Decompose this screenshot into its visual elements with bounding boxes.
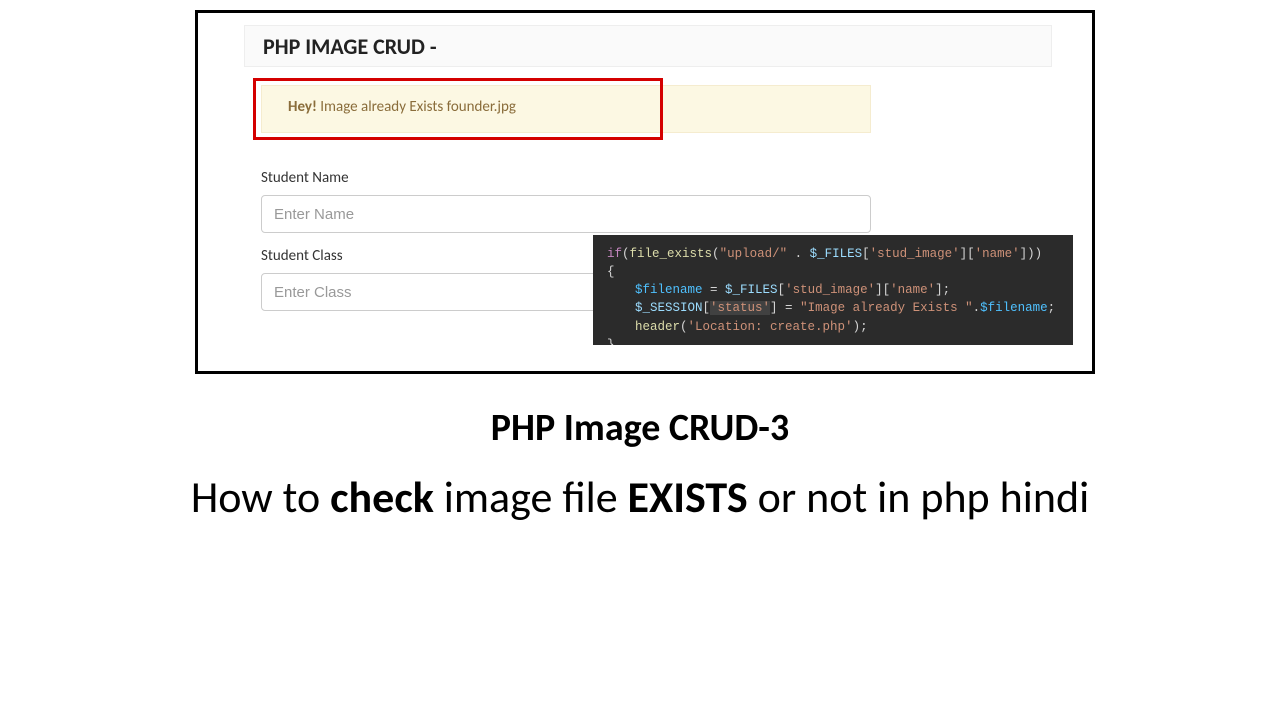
code-line-4: $_SESSION['status'] = "Image already Exi… [607,299,1059,317]
code-line-5: header('Location: create.php'); [607,318,1059,336]
code-line-3: $filename = $_FILES['stud_image']['name'… [607,281,1059,299]
code-line-2: { [607,263,1059,281]
alert-prefix: Hey! [288,98,317,116]
page-title: PHP IMAGE CRUD - [263,33,437,60]
alert-message: Image already Exists founder.jpg [317,98,516,116]
student-name-input[interactable] [261,195,871,233]
card-header: PHP IMAGE CRUD - [244,25,1052,67]
caption-subtitle: How to check image file EXISTS or not in… [0,470,1280,525]
code-line-1: if(file_exists("upload/" . $_FILES['stud… [607,245,1059,263]
caption-title: PHP Image CRUD-3 [0,405,1280,451]
alert-text: Hey! Image already Exists founder.jpg [288,98,516,116]
code-line-6: } [607,336,1059,345]
student-name-label: Student Name [261,169,871,187]
screenshot-frame: PHP IMAGE CRUD - Hey! Image already Exis… [195,10,1095,374]
code-snippet: if(file_exists("upload/" . $_FILES['stud… [593,235,1073,345]
